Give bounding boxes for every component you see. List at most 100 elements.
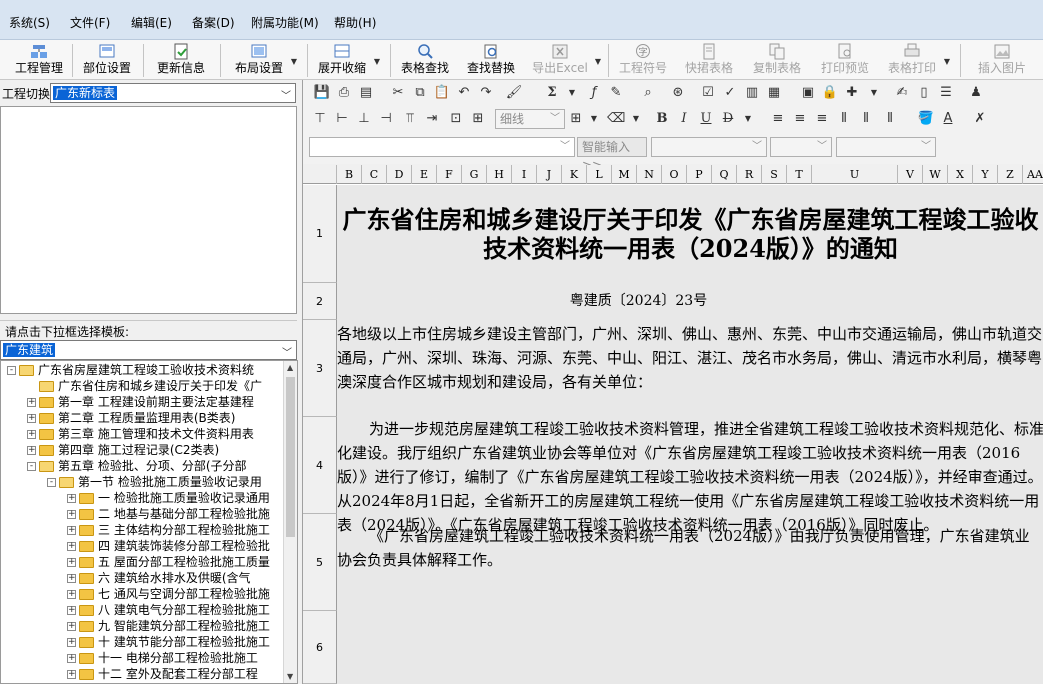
expand-icon[interactable]: + bbox=[27, 414, 36, 423]
collapse-icon[interactable]: - bbox=[27, 462, 36, 471]
tree-node[interactable]: + 九 智能建筑分部工程检验批施工 bbox=[67, 618, 270, 634]
layout-settings-dropdown-icon[interactable]: ▼ bbox=[291, 57, 297, 66]
column-header[interactable]: W bbox=[923, 165, 948, 184]
user-icon[interactable]: ♟ bbox=[967, 84, 985, 102]
row-header[interactable]: 4 bbox=[303, 417, 337, 514]
style-combo[interactable]: ﹀ bbox=[836, 137, 936, 157]
tree-vertical-scrollbar[interactable]: ▲ ▼ bbox=[283, 361, 297, 683]
expand-collapse-button[interactable]: 展开收缩 ▼ bbox=[315, 43, 380, 79]
lock-icon[interactable]: 🔒 bbox=[821, 84, 839, 102]
column-header[interactable]: Z bbox=[998, 165, 1023, 184]
menu-help[interactable]: 帮助(H) bbox=[334, 14, 376, 31]
save-icon[interactable]: 💾 bbox=[313, 84, 331, 102]
undo-icon[interactable]: ↶ bbox=[455, 84, 473, 102]
eraser-dropdown-icon[interactable]: ▼ bbox=[627, 110, 645, 128]
sign-icon[interactable]: ✍ bbox=[893, 84, 911, 102]
scroll-up-icon[interactable]: ▲ bbox=[287, 363, 293, 372]
underline-icon[interactable]: U bbox=[697, 110, 715, 128]
chevron-down-icon[interactable]: ﹀ bbox=[560, 138, 570, 156]
column-header[interactable]: C bbox=[362, 165, 387, 184]
column-header[interactable]: B bbox=[337, 165, 362, 184]
eraser-icon[interactable]: ⌫ bbox=[607, 110, 625, 128]
project-symbol-button[interactable]: 字 工程符号 bbox=[616, 43, 670, 79]
expand-icon[interactable]: + bbox=[67, 542, 76, 551]
tree-node[interactable]: - 第一节 检验批施工质量验收记录用 bbox=[47, 474, 262, 490]
tree-node[interactable]: + 十一 电梯分部工程检验批施工 bbox=[67, 650, 258, 666]
column-header[interactable]: M bbox=[612, 165, 637, 184]
scrollbar-thumb[interactable] bbox=[286, 377, 295, 537]
edit-formula-icon[interactable]: ✎ bbox=[607, 84, 625, 102]
spreadsheet-grid[interactable]: B C D E F G H I J K L M N O P Q R S T U V W X Y Z AA 123456 广东省住房… bbox=[303, 165, 1043, 684]
tree-node[interactable]: - 广东省房屋建筑工程竣工验收技术资料统 bbox=[7, 362, 254, 378]
justify-icon[interactable]: ⦀ bbox=[857, 110, 875, 128]
column-header[interactable]: G bbox=[462, 165, 487, 184]
check-icon[interactable]: ✓ bbox=[721, 84, 739, 102]
scroll-down-icon[interactable]: ▼ bbox=[287, 672, 293, 681]
row-header[interactable]: 6 bbox=[303, 611, 337, 684]
format-painter-icon[interactable]: 🖌 bbox=[505, 84, 523, 102]
table-icon[interactable]: ▦ bbox=[765, 84, 783, 102]
font-size-combo[interactable]: ﹀ bbox=[770, 137, 832, 157]
copy-table-button[interactable]: 复制表格 bbox=[750, 43, 804, 79]
add-dropdown-icon[interactable]: ▼ bbox=[865, 84, 883, 102]
menu-attached-functions[interactable]: 附属功能(M) bbox=[251, 14, 319, 31]
column-header[interactable]: J bbox=[537, 165, 562, 184]
tree-node[interactable]: + 十 建筑节能分部工程检验批施工 bbox=[67, 634, 270, 650]
table-print-button[interactable]: 表格打印 ▼ bbox=[885, 43, 950, 79]
expand-icon[interactable]: + bbox=[27, 446, 36, 455]
expand-icon[interactable]: + bbox=[67, 590, 76, 599]
expand-icon[interactable]: + bbox=[67, 606, 76, 615]
tree-node[interactable]: + 六 建筑给水排水及供暖(含气 bbox=[67, 570, 251, 586]
expand-icon[interactable]: + bbox=[67, 526, 76, 535]
paste-icon[interactable]: 📋 bbox=[433, 84, 451, 102]
project-switch-combo[interactable]: 广东新标表 ﹀ bbox=[50, 83, 296, 103]
border-style-combo[interactable]: 细线 ﹀ bbox=[495, 109, 565, 129]
column-header[interactable]: X bbox=[948, 165, 973, 184]
column-header[interactable]: F bbox=[437, 165, 462, 184]
sheet-content[interactable]: 广东省住房和城乡建设厅关于印发《广东省房屋建筑工程竣工验收技术资料统一用表（20… bbox=[337, 185, 1043, 684]
document-number-cell[interactable]: 粤建质〔2024〕23号 bbox=[337, 283, 1043, 320]
column-header[interactable]: O bbox=[662, 165, 687, 184]
tree-node[interactable]: + 五 屋面分部工程检验批施工质量 bbox=[67, 554, 270, 570]
distribute-icon[interactable]: ⦀ bbox=[835, 110, 853, 128]
align-right-icon[interactable]: ≡ bbox=[813, 110, 831, 128]
menu-file[interactable]: 文件(F) bbox=[70, 14, 110, 31]
sum-dropdown-icon[interactable]: ▼ bbox=[563, 84, 581, 102]
form-icon[interactable]: ☰ bbox=[937, 84, 955, 102]
export-excel-button[interactable]: 导出Excel ▼ bbox=[530, 43, 601, 79]
picture-icon[interactable]: ▣ bbox=[799, 84, 817, 102]
strikethrough-icon[interactable]: D bbox=[719, 110, 737, 128]
column-header[interactable]: E bbox=[412, 165, 437, 184]
export-excel-dropdown-icon[interactable]: ▼ bbox=[595, 57, 601, 66]
align-left-icon[interactable]: ≡ bbox=[769, 110, 787, 128]
tree-node[interactable]: + 四 建筑装饰装修分部工程检验批 bbox=[67, 538, 270, 554]
smart-input-button[interactable]: 智能输入>> bbox=[577, 137, 647, 172]
column-header[interactable]: V bbox=[898, 165, 923, 184]
tree-node[interactable]: + 七 通风与空调分部工程检验批施 bbox=[67, 586, 270, 602]
vertical-align-icon[interactable]: ⦀ bbox=[881, 110, 899, 128]
expand-icon[interactable]: + bbox=[27, 430, 36, 439]
column-header[interactable]: S bbox=[762, 165, 787, 184]
menu-edit[interactable]: 编辑(E) bbox=[131, 14, 172, 31]
tree-node[interactable]: + 第四章 施工过程记录(C2类表) bbox=[27, 442, 219, 458]
column-header[interactable]: D bbox=[387, 165, 412, 184]
print-preview-button[interactable]: 打印预览 bbox=[818, 43, 872, 79]
expand-icon[interactable]: + bbox=[67, 638, 76, 647]
font-name-combo[interactable]: ﹀ bbox=[651, 137, 767, 157]
collapse-icon[interactable]: - bbox=[7, 366, 16, 375]
binoculars-icon[interactable]: ⌕ bbox=[639, 84, 657, 102]
column-header[interactable]: Q bbox=[712, 165, 737, 184]
insert-col-icon[interactable]: ⫪ bbox=[401, 110, 419, 128]
chevron-down-icon[interactable]: ﹀ bbox=[550, 110, 560, 128]
clear-format-icon[interactable]: ✗ bbox=[971, 110, 989, 128]
find-replace-button[interactable]: 查找替换 bbox=[464, 43, 518, 79]
tree-node[interactable]: - 第五章 检验批、分项、分部(子分部 bbox=[27, 458, 247, 474]
tree-node[interactable]: 广东省住房和城乡建设厅关于印发《广 bbox=[27, 378, 262, 394]
column-header[interactable]: U bbox=[812, 165, 898, 184]
part-settings-button[interactable]: 部位设置 bbox=[80, 43, 134, 79]
cut-icon[interactable]: ✂ bbox=[389, 84, 407, 102]
expand-icon[interactable]: + bbox=[67, 510, 76, 519]
expand-icon[interactable]: + bbox=[67, 622, 76, 631]
column-header[interactable]: N bbox=[637, 165, 662, 184]
bold-icon[interactable]: B bbox=[653, 110, 671, 128]
